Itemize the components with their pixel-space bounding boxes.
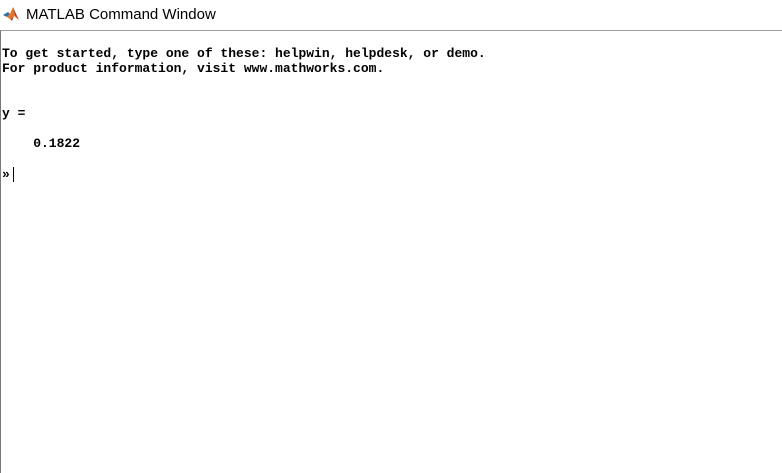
- text-cursor: [12, 167, 14, 182]
- output-line-product-info: For product information, visit www.mathw…: [2, 61, 385, 76]
- prompt-symbol: »: [2, 167, 10, 182]
- window-title: MATLAB Command Window: [26, 6, 216, 23]
- command-prompt-line[interactable]: »: [2, 167, 14, 183]
- console-output: To get started, type one of these: helpw…: [2, 46, 486, 166]
- output-line-variable: y =: [2, 106, 26, 121]
- output-line-blank: [2, 151, 486, 166]
- output-line-blank: [2, 76, 486, 91]
- output-line-blank: [2, 91, 486, 106]
- matlab-logo-icon: [3, 7, 19, 21]
- title-bar[interactable]: MATLAB Command Window: [0, 0, 782, 30]
- command-area[interactable]: To get started, type one of these: helpw…: [0, 30, 782, 473]
- output-line-blank: [2, 121, 486, 136]
- output-line-welcome: To get started, type one of these: helpw…: [2, 46, 486, 61]
- output-line-value: 0.1822: [2, 136, 81, 151]
- matlab-command-window: MATLAB Command Window To get started, ty…: [0, 0, 782, 473]
